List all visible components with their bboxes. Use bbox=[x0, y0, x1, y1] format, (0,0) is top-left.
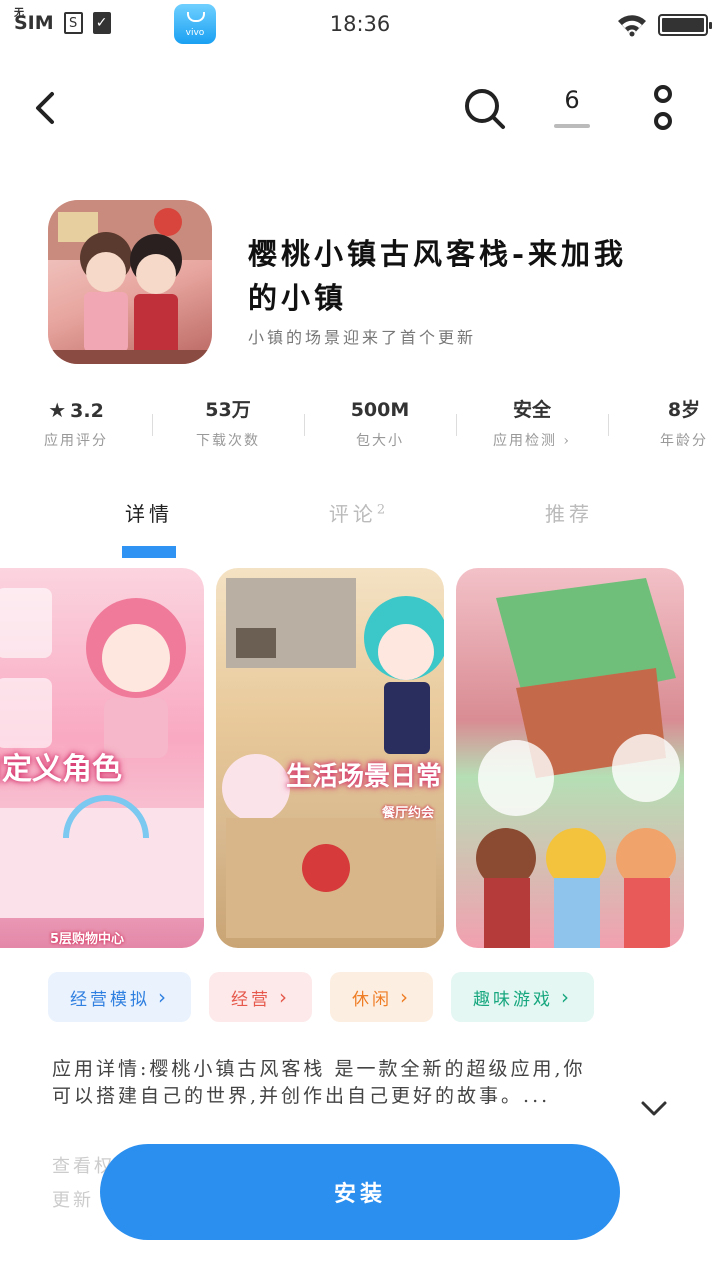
screenshot-3-art bbox=[476, 578, 680, 948]
age-label: 年龄分 bbox=[660, 433, 708, 449]
description-line1: 应用详情:樱桃小镇古风客栈 是一款全新的超级应用,你 bbox=[52, 1058, 586, 1080]
screenshot-carousel[interactable]: 自定义角色 5层购物中心 生活场景日常 餐厅约会 bbox=[0, 568, 720, 948]
chevron-right-icon: › bbox=[563, 433, 572, 449]
tag-label: 经营 bbox=[231, 989, 271, 1010]
back-arrow-icon[interactable] bbox=[26, 88, 66, 128]
age-value: 8岁 bbox=[667, 399, 701, 421]
screenshot-1-subcaption: 5层购物中心 bbox=[50, 932, 125, 947]
stats-row: ★ 3.2 应用评分 53万 下载次数 500M 包大小 安全 应用检测 › 8岁… bbox=[0, 396, 720, 460]
stat-size: 500M 包大小 bbox=[304, 396, 456, 460]
tab-details-label: 详情 bbox=[125, 502, 173, 526]
wifi-icon bbox=[618, 15, 646, 37]
security-value: 安全 bbox=[512, 399, 551, 421]
app-icon bbox=[48, 200, 212, 364]
app-subtitle: 小镇的场景迎来了首个更新 bbox=[248, 328, 477, 347]
app-title: 樱桃小镇古风客栈-来加我 的小镇 bbox=[248, 232, 678, 320]
security-label-wrap: 应用检测 › bbox=[456, 430, 608, 450]
tab-recommend-label: 推荐 bbox=[545, 502, 593, 526]
download-count: 6 bbox=[564, 86, 580, 114]
screenshot-2-caption: 生活场景日常 bbox=[286, 762, 443, 792]
tag-label: 休闲 bbox=[352, 989, 392, 1010]
tab-reviews[interactable]: 评论2 bbox=[254, 498, 464, 544]
stat-rating: ★ 3.2 应用评分 bbox=[0, 396, 152, 460]
app-title-line2: 的小镇 bbox=[248, 281, 348, 315]
tab-bar: 详情 评论2 推荐 bbox=[44, 498, 674, 558]
chevron-right-icon: › bbox=[400, 985, 411, 1009]
more-options-icon[interactable] bbox=[648, 84, 678, 136]
status-bar: 无 SIM S ✓ vivo 18:36 bbox=[0, 0, 720, 50]
tab-recommend[interactable]: 推荐 bbox=[464, 498, 674, 544]
chevron-right-icon: › bbox=[279, 985, 290, 1009]
tag-fun-game[interactable]: 趣味游戏 › bbox=[451, 972, 594, 1022]
security-label: 应用检测 bbox=[492, 433, 557, 449]
tag-casual[interactable]: 休闲 › bbox=[330, 972, 433, 1022]
size-value: 500M bbox=[350, 399, 410, 421]
install-label: 安装 bbox=[333, 1181, 386, 1207]
app-description: 应用详情:樱桃小镇古风客栈 是一款全新的超级应用,你 可以搭建自己的世界,并创作… bbox=[52, 1056, 672, 1110]
tab-reviews-label: 评论 bbox=[328, 502, 377, 526]
tag-list: 经营模拟 › 经营 › 休闲 › 趣味游戏 › bbox=[48, 972, 594, 1022]
rating-value: 3.2 bbox=[70, 400, 104, 422]
stat-age: 8岁 年龄分 bbox=[608, 396, 720, 460]
screenshot-2-subcaption: 餐厅约会 bbox=[382, 806, 435, 821]
chevron-right-icon: › bbox=[158, 985, 169, 1009]
downloads-label: 下载次数 bbox=[196, 433, 260, 449]
rating-label: 应用评分 bbox=[44, 433, 108, 449]
size-label: 包大小 bbox=[356, 433, 404, 449]
status-right bbox=[616, 12, 712, 38]
chevron-down-icon[interactable] bbox=[640, 1094, 668, 1122]
downloads-value: 53万 bbox=[205, 399, 251, 421]
stat-downloads: 53万 下载次数 bbox=[152, 396, 304, 460]
screenshot-2[interactable]: 生活场景日常 餐厅约会 bbox=[216, 568, 444, 948]
chevron-right-icon: › bbox=[561, 985, 572, 1009]
tag-business-sim[interactable]: 经营模拟 › bbox=[48, 972, 191, 1022]
tab-reviews-badge: 2 bbox=[376, 502, 390, 518]
description-line2: 可以搭建自己的世界,并创作出自己更好的故事。... bbox=[52, 1085, 551, 1107]
screenshot-1-caption: 自定义角色 bbox=[0, 752, 122, 787]
tag-label: 经营模拟 bbox=[70, 989, 150, 1010]
star-icon: ★ bbox=[48, 398, 67, 422]
tab-details[interactable]: 详情 bbox=[44, 498, 254, 558]
screenshot-1[interactable]: 自定义角色 5层购物中心 bbox=[0, 568, 204, 948]
screenshot-3[interactable] bbox=[456, 568, 684, 948]
top-toolbar: 6 bbox=[0, 70, 720, 150]
tag-label: 趣味游戏 bbox=[473, 989, 553, 1010]
stat-security[interactable]: 安全 应用检测 › bbox=[456, 396, 608, 460]
search-icon[interactable] bbox=[460, 84, 508, 132]
app-icon-art bbox=[48, 200, 212, 364]
app-title-line1: 樱桃小镇古风客栈-来加我 bbox=[248, 237, 628, 271]
clock: 18:36 bbox=[329, 12, 391, 36]
battery-icon bbox=[658, 14, 712, 36]
install-button[interactable]: 安装 bbox=[100, 1144, 620, 1240]
download-manager-button[interactable]: 6 bbox=[552, 86, 592, 128]
tag-business[interactable]: 经营 › bbox=[209, 972, 312, 1022]
